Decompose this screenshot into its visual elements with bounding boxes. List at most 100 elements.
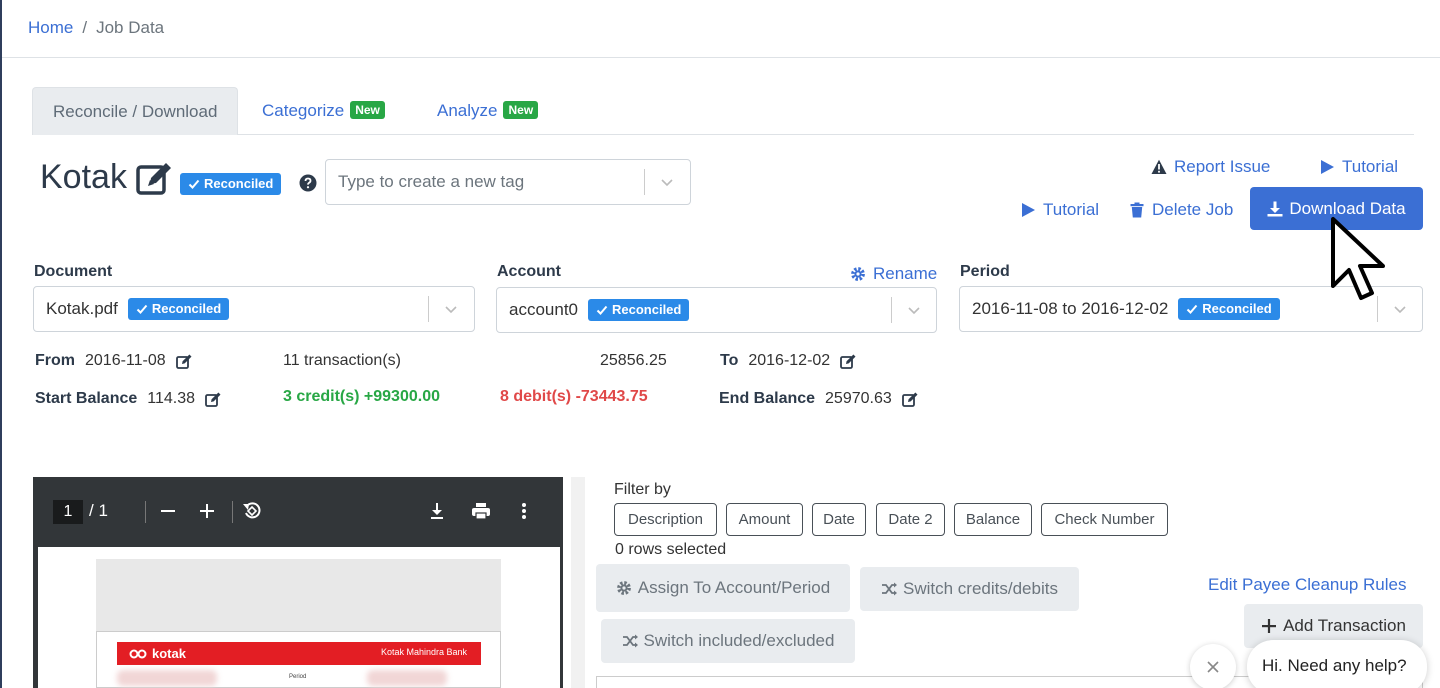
document-select[interactable]: Kotak.pdf Reconciled bbox=[33, 286, 475, 332]
debits-summary: 8 debit(s) -73443.75 bbox=[500, 388, 648, 405]
end-balance-row: End Balance 25970.63 bbox=[719, 390, 919, 408]
transaction-count: 11 transaction(s) bbox=[283, 352, 401, 370]
delete-job-link[interactable]: Delete Job bbox=[1129, 200, 1233, 220]
chevron-down-icon[interactable] bbox=[906, 302, 922, 318]
zoom-out-icon[interactable] bbox=[157, 500, 179, 522]
tutorial-link-top[interactable]: Tutorial bbox=[1319, 157, 1398, 177]
from-date-row: From 2016-11-08 bbox=[35, 352, 193, 370]
toolbar-divider bbox=[145, 501, 146, 523]
switch-included-excluded-button[interactable]: Switch included/excluded bbox=[601, 619, 855, 663]
tutorial-label: Tutorial bbox=[1043, 200, 1100, 219]
pdf-period-label: Period bbox=[289, 674, 307, 680]
job-data-page: Home / Job Data Reconcile / Download Categ… bbox=[0, 0, 1440, 688]
filter-label: Filter by bbox=[614, 481, 671, 498]
badge-label: Reconciled bbox=[612, 302, 682, 317]
edit-icon[interactable] bbox=[205, 391, 222, 408]
tutorial-label: Tutorial bbox=[1342, 157, 1399, 176]
account-label: Account bbox=[497, 263, 561, 280]
transaction-count-text: 11 transaction(s) bbox=[283, 352, 401, 369]
pdf-canvas: kotak Kotak Mahindra Bank Period bbox=[38, 547, 560, 688]
tag-input-placeholder: Type to create a new tag bbox=[338, 172, 525, 191]
breadcrumb: Home / Job Data bbox=[28, 18, 164, 38]
edit-icon[interactable] bbox=[840, 353, 857, 370]
zoom-in-icon[interactable] bbox=[196, 500, 218, 522]
chat-close-button[interactable] bbox=[1190, 644, 1236, 688]
toolbar-divider bbox=[232, 501, 233, 523]
period-status-badge: Reconciled bbox=[1178, 298, 1280, 320]
pdf-viewer: 1 / 1 kotak Kotak Mahindra Bank Period bbox=[33, 477, 563, 688]
start-balance-value: 114.38 bbox=[147, 390, 196, 407]
download-data-button[interactable]: Download Data bbox=[1250, 187, 1423, 230]
breadcrumb-separator: / bbox=[82, 18, 88, 37]
redacted-text bbox=[367, 670, 447, 686]
tutorial-link[interactable]: Tutorial bbox=[1020, 200, 1099, 220]
filter-balance-button[interactable]: Balance bbox=[954, 503, 1032, 536]
document-status-badge: Reconciled bbox=[127, 298, 230, 320]
filter-date-button[interactable]: Date bbox=[812, 503, 866, 536]
edit-title-icon[interactable] bbox=[135, 158, 175, 198]
tab-label: Analyze bbox=[437, 101, 498, 120]
chevron-down-icon[interactable] bbox=[1392, 301, 1408, 317]
download-icon[interactable] bbox=[426, 500, 448, 522]
filter-date2-button[interactable]: Date 2 bbox=[876, 503, 945, 536]
tab-reconcile-download[interactable]: Reconcile / Download bbox=[32, 87, 239, 135]
from-value: 2016-11-08 bbox=[85, 352, 166, 369]
assign-account-period-button[interactable]: Assign To Account/Period bbox=[596, 564, 850, 612]
tab-label: Reconcile / Download bbox=[53, 102, 218, 121]
switch-credits-label: Switch credits/debits bbox=[903, 579, 1058, 598]
select-divider bbox=[428, 296, 429, 322]
download-data-label: Download Data bbox=[1289, 198, 1406, 218]
edit-icon[interactable] bbox=[901, 391, 919, 408]
filter-description-button[interactable]: Description bbox=[614, 503, 717, 536]
report-issue-link[interactable]: Report Issue bbox=[1151, 157, 1270, 177]
period-select[interactable]: 2016-11-08 to 2016-12-02 Reconciled bbox=[959, 286, 1423, 332]
switch-credits-debits-button[interactable]: Switch credits/debits bbox=[860, 567, 1079, 611]
check-icon bbox=[1187, 304, 1198, 314]
question-circle-icon[interactable] bbox=[299, 174, 317, 192]
select-divider bbox=[644, 169, 645, 195]
rename-account-link[interactable]: Rename bbox=[850, 264, 937, 284]
trash-icon bbox=[1130, 202, 1144, 218]
breadcrumb-home[interactable]: Home bbox=[28, 18, 73, 37]
switch-included-label: Switch included/excluded bbox=[643, 631, 835, 650]
pdf-toolbar: 1 / 1 bbox=[33, 477, 563, 547]
document-value: Kotak.pdf Reconciled bbox=[46, 287, 230, 331]
chevron-down-icon[interactable] bbox=[659, 174, 675, 190]
account-name: account0 bbox=[509, 300, 578, 319]
chat-help-bubble[interactable]: Hi. Need any help? bbox=[1247, 640, 1427, 688]
credits-summary: 3 credit(s) +99300.00 bbox=[283, 388, 440, 405]
report-issue-label: Report Issue bbox=[1174, 157, 1271, 176]
gear-icon bbox=[616, 581, 631, 595]
tab-label: Categorize bbox=[262, 101, 345, 120]
header-divider bbox=[2, 57, 1440, 58]
tag-input[interactable]: Type to create a new tag bbox=[325, 159, 691, 205]
breadcrumb-current: Job Data bbox=[96, 18, 165, 37]
tab-categorize[interactable]: Categorize New bbox=[242, 87, 405, 135]
tab-bar: Reconcile / Download Categorize New Analy… bbox=[32, 87, 1414, 135]
document-label: Document bbox=[34, 263, 113, 280]
new-badge: New bbox=[503, 101, 539, 119]
tab-analyze[interactable]: Analyze New bbox=[417, 87, 558, 135]
rotate-icon[interactable] bbox=[241, 500, 263, 522]
kotak-logo: kotak bbox=[129, 646, 186, 661]
panel-resizer[interactable] bbox=[571, 477, 585, 688]
more-vertical-icon[interactable] bbox=[513, 500, 535, 522]
chevron-down-icon[interactable] bbox=[443, 301, 459, 317]
check-icon bbox=[136, 304, 148, 314]
edit-payee-cleanup-rules-link[interactable]: Edit Payee Cleanup Rules bbox=[1208, 575, 1406, 595]
period-range: 2016-11-08 to 2016-12-02 bbox=[972, 299, 1169, 318]
period-value: 2016-11-08 to 2016-12-02 Reconciled bbox=[972, 287, 1280, 331]
from-label: From bbox=[35, 352, 75, 369]
account-value: account0 Reconciled bbox=[509, 288, 690, 332]
bank-name: Kotak Mahindra Bank bbox=[380, 647, 467, 657]
transaction-total: 25856.25 bbox=[600, 352, 667, 370]
filter-check-number-button[interactable]: Check Number bbox=[1041, 503, 1168, 536]
account-select[interactable]: account0 Reconciled bbox=[496, 287, 937, 333]
edit-icon[interactable] bbox=[175, 353, 193, 370]
filter-amount-button[interactable]: Amount bbox=[726, 503, 803, 536]
print-icon[interactable] bbox=[470, 500, 492, 522]
pdf-page-input[interactable]: 1 bbox=[53, 500, 83, 524]
play-icon bbox=[1321, 160, 1334, 174]
gear-icon bbox=[851, 267, 865, 281]
pdf-page-total: / 1 bbox=[89, 501, 108, 520]
